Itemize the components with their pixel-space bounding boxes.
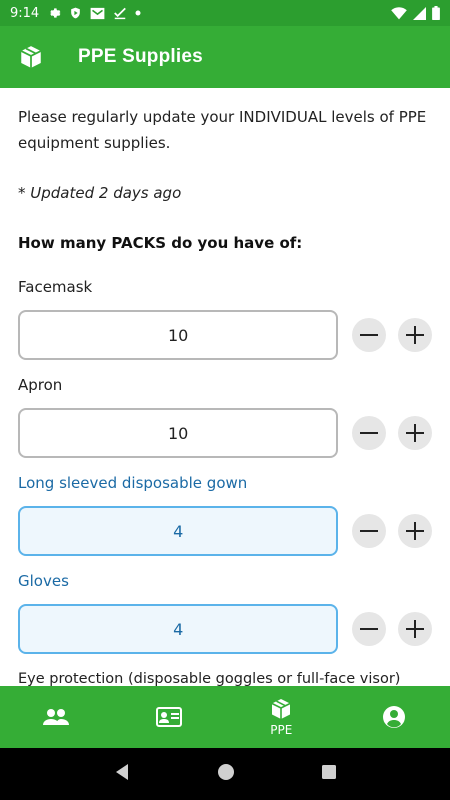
- decrement-button[interactable]: [352, 318, 387, 352]
- signal-icon: [413, 6, 426, 20]
- home-icon[interactable]: [217, 763, 235, 785]
- increment-button[interactable]: [398, 416, 433, 450]
- back-icon[interactable]: [113, 763, 131, 785]
- mail-icon: [90, 7, 105, 20]
- supply-item-eye-protection: Eye protection (disposable goggles or fu…: [18, 668, 432, 686]
- minus-icon: [360, 432, 379, 434]
- box-icon: [271, 699, 291, 719]
- dot-icon: [135, 10, 141, 16]
- app-bar: PPE Supplies: [0, 26, 450, 88]
- supply-label: Eye protection (disposable goggles or fu…: [18, 671, 401, 686]
- increment-button[interactable]: [398, 318, 433, 352]
- question-heading: How many PACKS do you have of:: [18, 234, 303, 252]
- people-icon: [43, 709, 70, 725]
- supply-item-facemask: Facemask 10: [18, 276, 433, 360]
- status-bar: 9:14: [0, 0, 450, 26]
- status-time: 9:14: [10, 5, 40, 21]
- supply-label: Facemask: [18, 278, 93, 296]
- plus-icon: [406, 522, 425, 540]
- supply-item-gloves: Gloves 4: [18, 570, 433, 654]
- increment-button[interactable]: [398, 514, 433, 548]
- account-icon: [382, 706, 405, 728]
- supply-label: Apron: [18, 376, 63, 394]
- system-navigation-bar: [0, 748, 450, 800]
- check-download-icon: [113, 6, 127, 20]
- minus-icon: [360, 334, 379, 336]
- quantity-input[interactable]: 10: [18, 408, 339, 458]
- quantity-input[interactable]: 4: [18, 604, 339, 654]
- battery-icon: [432, 6, 440, 20]
- box-icon: [16, 42, 46, 72]
- supply-label: Long sleeved disposable gown: [18, 474, 248, 492]
- supply-item-apron: Apron 10: [18, 374, 433, 458]
- page-title: PPE Supplies: [78, 46, 203, 67]
- plus-icon: [406, 620, 425, 638]
- quantity-input[interactable]: 10: [18, 310, 339, 360]
- decrement-button[interactable]: [352, 612, 387, 646]
- nav-label-ppe: PPE: [270, 723, 293, 737]
- shield-icon: [69, 6, 82, 20]
- minus-icon: [360, 628, 379, 630]
- bottom-navigation: PPE: [0, 686, 450, 748]
- quantity-input[interactable]: 4: [18, 506, 339, 556]
- decrement-button[interactable]: [352, 514, 387, 548]
- nav-item-account[interactable]: [338, 686, 450, 748]
- nav-item-id-card[interactable]: [113, 686, 226, 748]
- updated-text: * Updated 2 days ago: [18, 184, 182, 202]
- plus-icon: [406, 326, 425, 344]
- supply-label: Gloves: [18, 572, 69, 590]
- recents-icon[interactable]: [321, 764, 337, 784]
- nav-item-ppe[interactable]: PPE: [225, 686, 338, 748]
- decrement-button[interactable]: [352, 416, 387, 450]
- settings-icon: [47, 6, 61, 20]
- wifi-icon: [391, 6, 407, 20]
- id-card-icon: [155, 707, 182, 727]
- intro-text: Please regularly update your INDIVIDUAL …: [18, 108, 427, 152]
- nav-item-people[interactable]: [0, 686, 113, 748]
- minus-icon: [360, 530, 379, 532]
- plus-icon: [406, 424, 425, 442]
- content-area[interactable]: Please regularly update your INDIVIDUAL …: [0, 88, 450, 686]
- increment-button[interactable]: [398, 612, 433, 646]
- supply-item-gown: Long sleeved disposable gown 4: [18, 472, 433, 556]
